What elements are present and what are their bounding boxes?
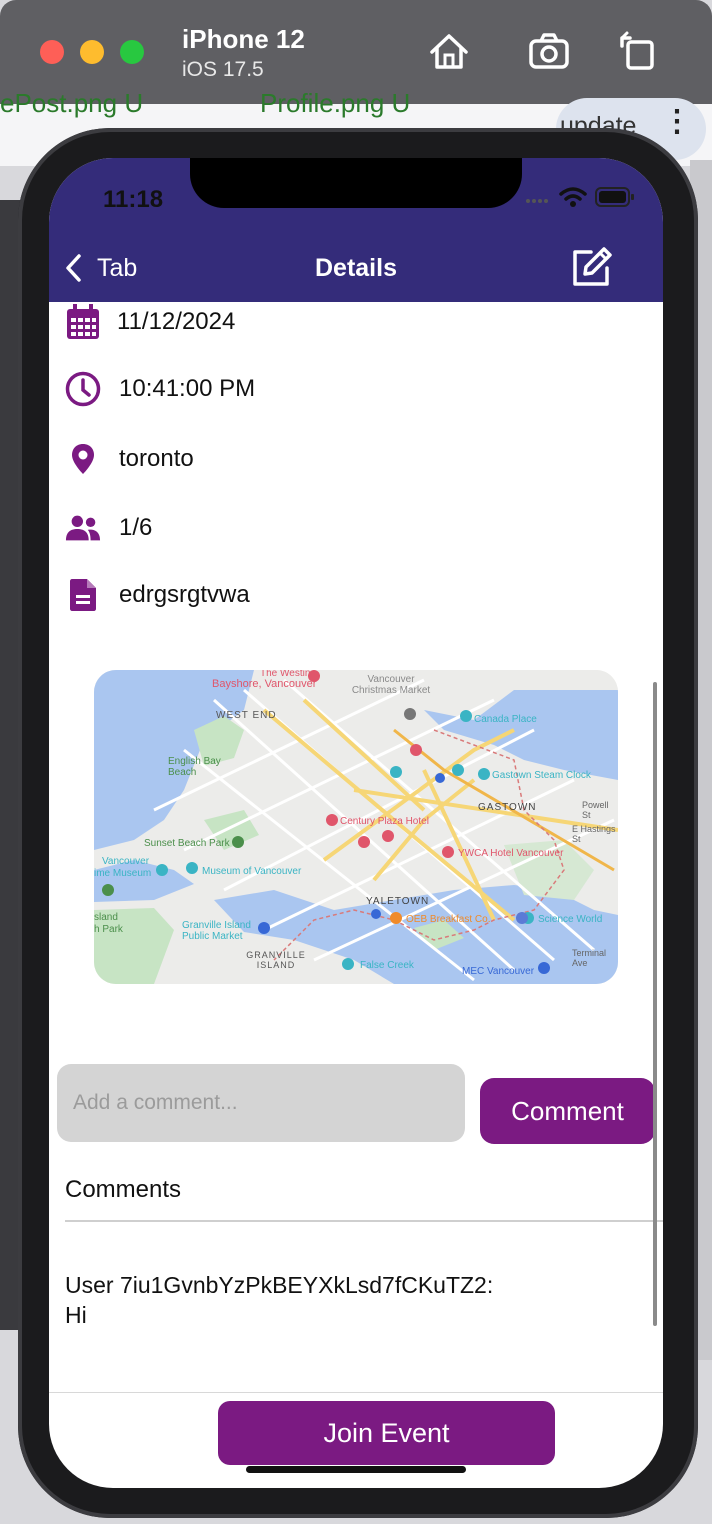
- event-date: 11/12/2024: [117, 308, 236, 335]
- map-label-terminal: Terminal Ave: [572, 948, 607, 968]
- map-label-ywca: YWCA Hotel Vancouver: [458, 848, 564, 859]
- map-label-powell: Powell St: [582, 800, 609, 820]
- event-attendees-row: 1/6: [65, 508, 152, 548]
- map-label-museum-cut: ime Museum: [94, 868, 152, 879]
- comments-divider: [65, 1220, 663, 1222]
- map-label-island-cut: sland: [94, 912, 118, 923]
- calendar-icon: [65, 304, 101, 340]
- comments-heading: Comments: [65, 1176, 182, 1203]
- host-tab-left[interactable]: ePost.png U: [0, 88, 143, 119]
- map-label-oeb: OEB Breakfast Co.: [406, 914, 491, 925]
- clock-icon: [65, 371, 101, 407]
- map-label-hastings: E Hastings St: [572, 824, 616, 844]
- minimize-window-button[interactable]: [80, 40, 104, 64]
- event-time-row: 10:41:00 PM: [65, 369, 255, 409]
- bottom-divider: [49, 1392, 663, 1393]
- event-time: 10:41:00 PM: [119, 375, 256, 402]
- cellular-icon: [526, 199, 548, 203]
- map-label-false-creek: False Creek: [360, 960, 414, 971]
- screenshot-icon[interactable]: [526, 28, 572, 74]
- map-label-granville-market: Granville Island Public Market: [182, 920, 251, 942]
- event-date-row: 11/12/2024: [65, 302, 235, 342]
- zoom-window-button[interactable]: [120, 40, 144, 64]
- close-window-button[interactable]: [40, 40, 64, 64]
- map-label-christmas-market: Vancouver Christmas Market: [351, 674, 431, 696]
- app-screen: 11:18 Tab Details 11/12/2024 10:41:00 PM…: [49, 158, 663, 1488]
- scrollbar[interactable]: [653, 682, 657, 1326]
- people-icon: [65, 510, 101, 546]
- map-label-vancouver-cut: Vancouver: [102, 856, 150, 867]
- wifi-icon: [559, 187, 587, 207]
- event-location: toronto: [119, 445, 194, 472]
- comment-button[interactable]: Comment: [480, 1078, 655, 1144]
- rotate-icon[interactable]: [614, 28, 660, 74]
- device-name: iPhone 12: [182, 24, 305, 54]
- host-tab-right[interactable]: Profile.png U: [260, 88, 410, 119]
- map-label-science-world: Science World: [538, 914, 603, 925]
- map-label-sunset-beach: Sunset Beach Park: [144, 838, 230, 849]
- home-icon[interactable]: [426, 28, 472, 74]
- join-event-button[interactable]: Join Event: [218, 1401, 555, 1465]
- home-indicator[interactable]: [246, 1466, 466, 1473]
- map-label-mec: MEC Vancouver: [462, 966, 535, 977]
- map-label-west-end: WEST END: [216, 710, 277, 721]
- comment-text: Hi: [65, 1302, 87, 1328]
- map-label-canada-place: Canada Place: [474, 714, 537, 725]
- map-label-granville-island: GRANVILLE ISLAND: [246, 950, 306, 970]
- more-icon: ⋮: [662, 105, 692, 138]
- map-label-gastown-clock: Gastown Steam Clock: [492, 770, 591, 781]
- navigation-bar: 11:18 Tab Details: [49, 158, 663, 302]
- map-label-museum: Museum of Vancouver: [202, 866, 302, 877]
- event-description-row: edrgsrgtvwa: [65, 575, 250, 615]
- edit-icon[interactable]: [569, 246, 615, 288]
- document-icon: [65, 577, 101, 613]
- event-description: edrgsrgtvwa: [119, 581, 250, 608]
- comment-input[interactable]: [57, 1064, 465, 1142]
- map-label-bayshore: Bayshore, Vancouver: [212, 678, 317, 690]
- event-location-row: toronto: [65, 439, 194, 479]
- battery-icon: [595, 187, 634, 207]
- map-graphic: [94, 670, 618, 984]
- map-label-century-plaza: Century Plaza Hotel: [340, 816, 429, 827]
- event-attendees: 1/6: [119, 514, 153, 541]
- device-notch: [190, 158, 522, 208]
- map-label-english-bay: English Bay Beach: [168, 756, 221, 778]
- status-time: 11:18: [103, 186, 164, 213]
- map-label-park-cut: h Park: [94, 924, 123, 935]
- location-pin-icon: [65, 441, 101, 477]
- map-label-yaletown: YALETOWN: [366, 896, 430, 907]
- event-map[interactable]: The Westin Bayshore, Vancouver Vancouver…: [94, 670, 618, 984]
- os-version: iOS 17.5: [182, 58, 264, 81]
- map-label-gastown: GASTOWN: [478, 802, 537, 813]
- comment-author: User 7iu1GvnbYzPkBEYXkLsd7fCKuTZ2:: [65, 1272, 494, 1298]
